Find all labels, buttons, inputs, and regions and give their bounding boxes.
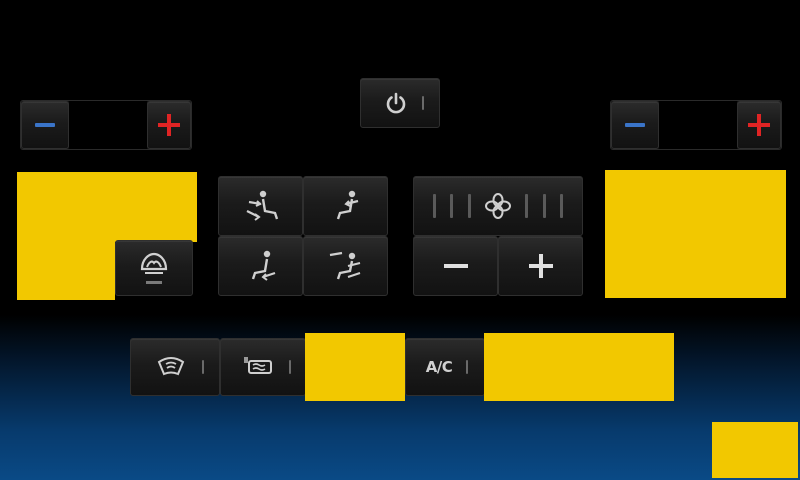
- rear-defrost-icon: [243, 355, 277, 379]
- airflow-mode-grid: [218, 176, 388, 296]
- power-icon: [384, 91, 408, 115]
- right-temp-increase-button[interactable]: [737, 101, 781, 149]
- fan-increase-button[interactable]: [498, 236, 583, 296]
- fan-level-segment: [467, 194, 471, 218]
- ac-label: A/C: [425, 358, 453, 376]
- fan-level-segment: [525, 194, 529, 218]
- right-temp-display: [659, 101, 737, 149]
- fan-speed-display: [413, 176, 583, 236]
- front-defrost-indicator: [202, 360, 204, 374]
- ac-button[interactable]: A/C: [405, 338, 485, 396]
- ac-indicator: [466, 360, 469, 374]
- minus-icon: [35, 123, 55, 127]
- front-defrost-button[interactable]: [130, 338, 220, 396]
- airflow-face-feet-icon: [241, 189, 281, 223]
- fan-level-segment: [433, 194, 437, 218]
- corner-placeholder: [712, 422, 798, 478]
- seat-climate-icon: [137, 249, 171, 287]
- minus-icon: [443, 264, 468, 268]
- fan-level-segment: [450, 194, 454, 218]
- rear-defrost-button[interactable]: [220, 338, 306, 396]
- fan-level-segment: [542, 194, 546, 218]
- fan-control: [413, 176, 583, 296]
- power-indicator: [422, 96, 424, 110]
- airflow-windshield-feet-icon: [326, 249, 366, 283]
- right-placeholder: [605, 170, 786, 298]
- left-temp-decrease-button[interactable]: [21, 101, 69, 149]
- left-temp-control: [20, 100, 192, 150]
- minus-icon: [625, 123, 645, 127]
- fan-icon: [484, 193, 511, 219]
- left-placeholder-bottom: [17, 242, 115, 300]
- rear-defrost-indicator: [289, 360, 291, 374]
- plus-icon: [748, 114, 770, 136]
- plus-icon: [158, 114, 180, 136]
- left-placeholder-top: [17, 172, 197, 242]
- airflow-face-feet-button[interactable]: [218, 176, 303, 236]
- airflow-windshield-feet-button[interactable]: [303, 236, 388, 296]
- front-defrost-icon: [156, 356, 186, 378]
- bottom-placeholder-2: [484, 333, 674, 401]
- left-temp-display: [69, 101, 147, 149]
- right-temp-decrease-button[interactable]: [611, 101, 659, 149]
- power-button[interactable]: [360, 78, 440, 128]
- airflow-feet-button[interactable]: [218, 236, 303, 296]
- plus-icon: [528, 254, 553, 278]
- fan-decrease-button[interactable]: [413, 236, 498, 296]
- seat-climate-button[interactable]: [115, 240, 193, 296]
- left-temp-increase-button[interactable]: [147, 101, 191, 149]
- right-temp-control: [610, 100, 782, 150]
- bottom-placeholder-1: [305, 333, 405, 401]
- airflow-face-button[interactable]: [303, 176, 388, 236]
- airflow-face-icon: [326, 189, 366, 223]
- airflow-feet-icon: [241, 249, 281, 283]
- fan-level-segment: [559, 194, 563, 218]
